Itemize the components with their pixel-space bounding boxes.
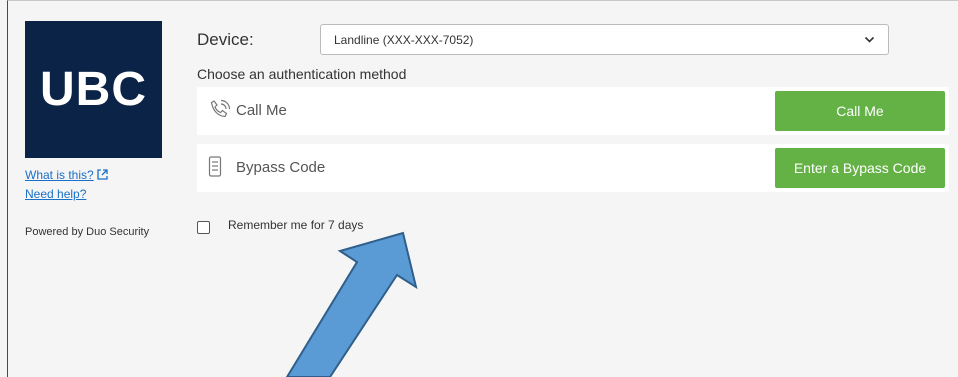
annotation-arrow-icon [285, 231, 418, 377]
